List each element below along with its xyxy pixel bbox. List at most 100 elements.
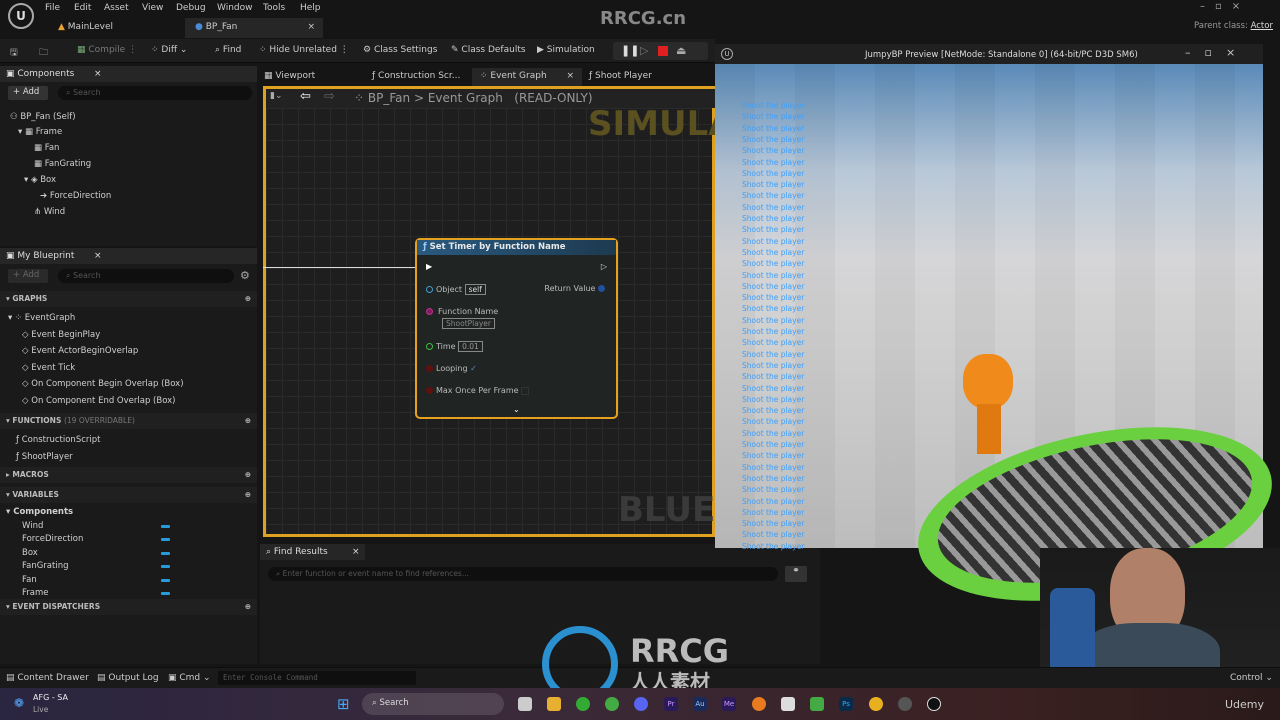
menu-window[interactable]: Window — [217, 3, 253, 13]
graph-item[interactable]: ◇ On Component Begin Overlap (Box) — [22, 379, 184, 389]
menu-file[interactable]: File — [45, 3, 60, 13]
simulation-button[interactable]: ▶ Simulation — [537, 45, 595, 55]
source-control-button[interactable]: Control ⌄ — [1230, 673, 1273, 683]
tab-event-graph[interactable]: ⁘ Event Graph × — [472, 68, 582, 86]
output-log-button[interactable]: ▤ Output Log — [97, 673, 159, 683]
section-functions[interactable]: ▾ FUNCTIONS (19 OVERRIDABLE) ⊕ — [0, 413, 257, 429]
game-viewport[interactable]: Shoot the player Shoot the player Shoot th… — [715, 64, 1280, 630]
compile-button[interactable]: ▦ Compile ⋮ — [77, 45, 137, 55]
function-item[interactable]: ƒ ConstructionScript — [16, 435, 100, 445]
expand-chevron-icon[interactable]: ⌄ — [513, 405, 520, 414]
premiere-icon[interactable]: Pr — [664, 697, 678, 711]
app-icon[interactable] — [869, 697, 883, 711]
object-value[interactable]: self — [464, 284, 486, 295]
tree-item[interactable]: ▦ Fan — [34, 143, 59, 153]
discord-icon[interactable] — [634, 697, 648, 711]
time-value[interactable]: 0.01 — [458, 341, 483, 352]
time-pin[interactable]: Time 0.01 — [426, 341, 483, 352]
diff-button[interactable]: ⁘ Diff ⌄ — [151, 45, 187, 55]
menu-help[interactable]: Help — [300, 3, 321, 13]
section-macros[interactable]: ▸ MACROS ⊕ — [0, 467, 257, 483]
menu-view[interactable]: View — [142, 3, 163, 13]
set-timer-node[interactable]: ƒ Set Timer by Function Name ▶ ▷ Object … — [415, 238, 618, 419]
tab-shoot-player[interactable]: ƒ Shoot Player — [589, 71, 652, 81]
looping-checkbox[interactable]: ✓ — [470, 364, 477, 373]
forward-icon[interactable]: ⇨ — [324, 89, 335, 104]
audition-icon[interactable]: Au — [693, 697, 707, 711]
eject-icon[interactable]: ⏏ — [676, 44, 686, 57]
section-event-dispatchers[interactable]: ▾ EVENT DISPATCHERS ⊕ — [0, 599, 257, 615]
chrome-icon[interactable] — [576, 697, 590, 711]
add-button[interactable]: + Add — [8, 269, 48, 283]
class-defaults-button[interactable]: ✎ Class Defaults — [451, 45, 526, 55]
browse-icon[interactable]: 🗀 — [39, 45, 48, 61]
unreal-taskbar-icon[interactable] — [927, 697, 941, 711]
tree-item[interactable]: ➔ ForceDirection — [40, 191, 111, 201]
tab-construction-script[interactable]: ƒ Construction Scr... — [372, 71, 460, 81]
close-icon[interactable]: × — [352, 547, 360, 557]
stop-icon[interactable] — [658, 46, 668, 56]
media-encoder-icon[interactable]: Me — [722, 697, 736, 711]
tree-item[interactable]: ⚇ BP_Fan (Self) — [10, 112, 76, 122]
find-results-input[interactable]: ⌕ Enter function or event name to find r… — [268, 567, 778, 581]
content-drawer-button[interactable]: ▤ Content Drawer — [6, 673, 89, 683]
menu-asset[interactable]: Asset — [104, 3, 129, 13]
taskbar-search[interactable]: ⌕ Search — [362, 693, 504, 715]
function-item[interactable]: ƒ ShootPlayer — [16, 452, 73, 462]
save-icon[interactable]: 🖫 — [10, 45, 18, 61]
close-icon[interactable]: × — [94, 69, 102, 79]
obs-icon[interactable] — [898, 697, 912, 711]
photoshop-icon[interactable]: Ps — [839, 697, 853, 711]
tree-item[interactable]: ⋔ Wind — [34, 207, 65, 217]
add-component-button[interactable]: + Add — [8, 86, 48, 100]
max-once-pin[interactable]: Max Once Per Frame — [426, 386, 530, 395]
bookmark-icon[interactable]: ▮⌄ — [270, 91, 283, 101]
blender-icon[interactable] — [752, 697, 766, 711]
preview-window-controls[interactable]: –▫× — [1185, 46, 1249, 59]
tree-item[interactable]: ▾ ◈ Box — [24, 175, 56, 185]
function-name-value[interactable]: ShootPlayer — [442, 318, 495, 329]
graph-item[interactable]: ◇ On Component End Overlap (Box) — [22, 396, 175, 406]
xbox-icon[interactable] — [605, 697, 619, 711]
back-icon[interactable]: ⇦ — [300, 89, 311, 104]
function-name-pin[interactable] — [426, 307, 436, 316]
menu-edit[interactable]: Edit — [74, 3, 91, 13]
pause-icon[interactable]: ❚❚ — [621, 44, 639, 57]
step-icon[interactable]: ▷ — [640, 44, 648, 57]
tab-viewport[interactable]: ▦ Viewport — [264, 71, 315, 81]
clapper-icon[interactable] — [781, 697, 795, 711]
variable-item[interactable]: Box — [22, 548, 172, 558]
exec-in-pin[interactable]: ▶ — [426, 262, 432, 271]
menu-tools[interactable]: Tools — [263, 3, 285, 13]
components-search-input[interactable]: ⌕ Search — [58, 86, 252, 100]
tree-item[interactable]: ▦ FanGrating — [34, 159, 91, 169]
variable-item[interactable]: Frame — [22, 588, 172, 598]
window-controls[interactable]: –▫× — [1200, 1, 1250, 12]
close-icon[interactable]: × — [307, 22, 315, 32]
graph-item[interactable]: ◇ Event ActorBeginOverlap — [22, 346, 138, 356]
max-once-checkbox[interactable] — [521, 386, 530, 395]
hide-unrelated-button[interactable]: ⁘ Hide Unrelated ⋮ — [259, 45, 349, 55]
exec-out-pin[interactable]: ▷ — [601, 262, 607, 271]
variable-category[interactable]: ▾ Components — [6, 507, 73, 517]
variable-item[interactable]: FanGrating — [22, 561, 172, 571]
find-button[interactable]: ⌕ Find — [215, 45, 241, 55]
parent-class-link[interactable]: Actor — [1251, 21, 1273, 31]
tab-bp-fan[interactable]: ● BP_Fan × — [185, 18, 323, 38]
return-value-pin[interactable]: Return Value — [544, 284, 608, 293]
tab-mainlevel[interactable]: ▲ MainLevel — [48, 18, 178, 38]
lock-app-icon[interactable] — [810, 697, 824, 711]
menu-debug[interactable]: Debug — [176, 3, 206, 13]
variable-item[interactable]: ForceDirection — [22, 534, 172, 544]
variable-item[interactable]: Fan — [22, 575, 172, 585]
task-view-icon[interactable] — [518, 697, 532, 711]
graph-item[interactable]: ◇ Event Tick — [22, 363, 75, 373]
tree-item[interactable]: ▾ ▦ Frame — [18, 127, 62, 137]
close-icon[interactable]: × — [94, 251, 102, 261]
console-input[interactable]: Enter Console Command — [218, 671, 416, 685]
variable-item[interactable]: Wind — [22, 521, 172, 531]
cmd-dropdown[interactable]: ▣ Cmd ⌄ — [168, 673, 211, 683]
breadcrumb-bp[interactable]: BP_Fan — [368, 91, 410, 105]
unreal-logo-icon[interactable]: U — [8, 3, 34, 29]
section-variables[interactable]: ▾ VARIABLES ⊕ — [0, 487, 257, 503]
